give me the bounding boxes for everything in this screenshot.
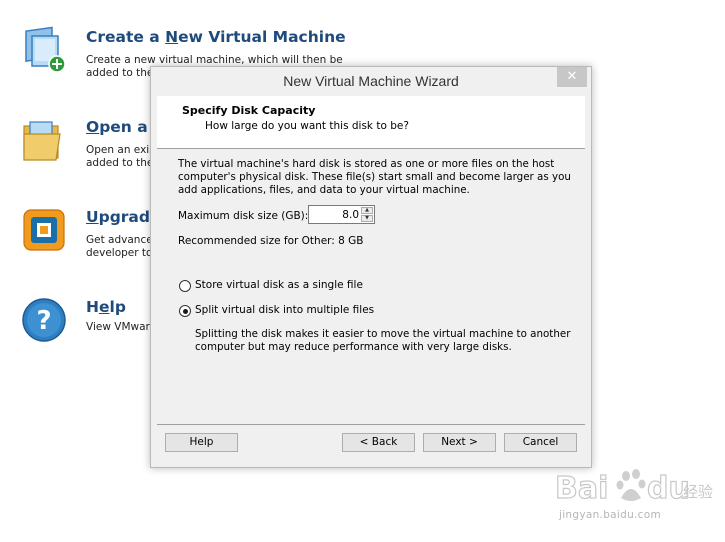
new-vm-icon	[25, 26, 66, 73]
recommended-size: Recommended size for Other: 8 GB	[178, 235, 364, 247]
svg-text:经验: 经验	[683, 483, 713, 501]
wizard-step-title: Specify Disk Capacity	[182, 104, 316, 117]
radio-split-files[interactable]	[179, 305, 191, 317]
home-desc-help: View VMware	[86, 321, 157, 333]
close-icon: ✕	[566, 69, 578, 84]
back-button[interactable]: < Back	[342, 433, 415, 452]
wizard-step-subtitle: How large do you want this disk to be?	[205, 120, 409, 132]
home-desc-open-vm: Open an exist added to the	[86, 144, 159, 169]
wizard-header: Specify Disk Capacity How large do you w…	[157, 96, 585, 149]
cancel-button[interactable]: Cancel	[504, 433, 577, 452]
disk-description: The virtual machine's hard disk is store…	[178, 158, 571, 196]
watermark-url: jingyan.baidu.com	[559, 509, 661, 521]
help-icon: ?	[22, 298, 66, 342]
baidu-logo: Bai du 经验	[554, 469, 713, 507]
disk-size-stepper[interactable]: ▲ ▼	[308, 205, 375, 224]
disk-size-input[interactable]	[311, 207, 359, 222]
option-split-files-label[interactable]: Split virtual disk into multiple files	[195, 304, 374, 316]
close-button[interactable]: ✕	[557, 67, 587, 87]
svg-text:Bai: Bai	[555, 471, 608, 506]
spin-up-button[interactable]: ▲	[361, 207, 373, 214]
folder-vm-icon	[23, 121, 61, 161]
home-title-create-vm[interactable]: Create a New Virtual Machine	[86, 28, 346, 46]
new-vm-wizard-dialog: New Virtual Machine Wizard ✕ Specify Dis…	[150, 66, 592, 468]
upgrade-icon	[23, 209, 65, 251]
spin-down-button[interactable]: ▼	[361, 215, 373, 222]
split-description: Splitting the disk makes it easier to mo…	[195, 328, 571, 353]
radio-single-file[interactable]	[179, 280, 191, 292]
option-single-file-label[interactable]: Store virtual disk as a single file	[195, 279, 363, 291]
disk-size-label: Maximum disk size (GB):	[178, 210, 309, 222]
svg-text:?: ?	[36, 306, 51, 336]
dialog-titlebar[interactable]: New Virtual Machine Wizard ✕	[151, 67, 591, 96]
home-title-help[interactable]: Help	[86, 298, 126, 316]
dialog-title: New Virtual Machine Wizard	[283, 73, 459, 89]
home-desc-upgrade: Get advanced developer too	[86, 234, 160, 259]
baidu-watermark: Bai du 经验 jingyan.baidu.com	[554, 460, 715, 530]
next-button[interactable]: Next >	[423, 433, 496, 452]
footer-divider	[157, 424, 585, 425]
help-button[interactable]: Help	[165, 433, 238, 452]
